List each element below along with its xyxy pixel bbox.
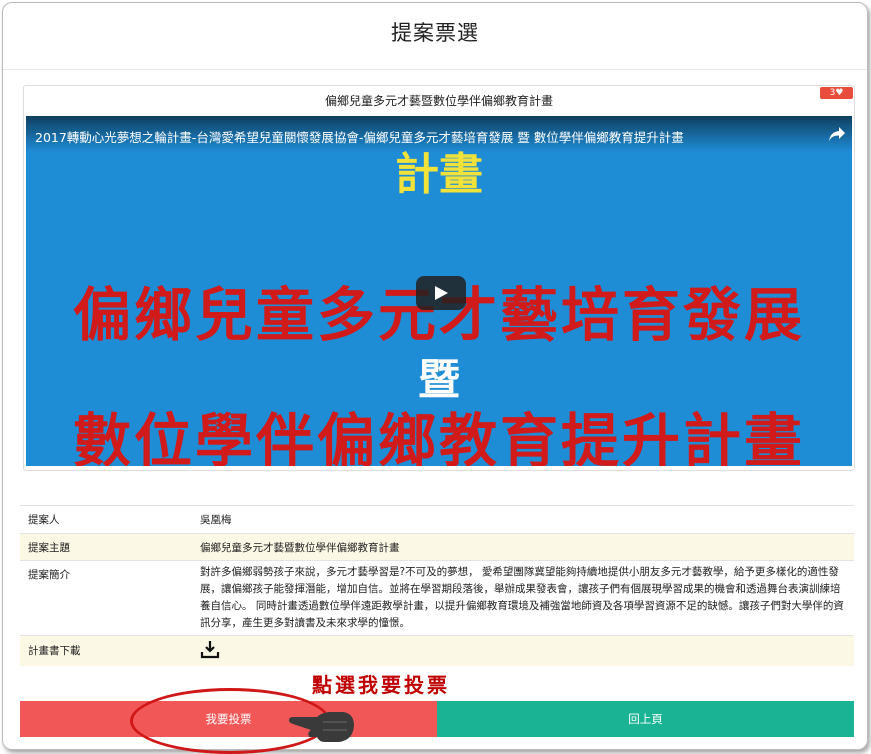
summary-value: 對許多偏鄉弱勢孩子來說，多元才藝學習是?不可及的夢想， 愛希望團隊冀望能夠持續地… (192, 560, 854, 636)
vote-count-badge: 3♥ (820, 87, 853, 99)
video-title[interactable]: 2017轉動心光夢想之輪計畫-台灣愛希望兒童關懷發展協會-偏鄉兒童多元才藝培育發… (35, 127, 684, 146)
table-row: 提案簡介 對許多偏鄉弱勢孩子來說，多元才藝學習是?不可及的夢想， 愛希望團隊冀望… (20, 560, 854, 636)
topic-value: 偏鄉兒童多元才藝暨數位學伴偏鄉教育計畫 (192, 533, 854, 561)
share-icon[interactable] (828, 126, 846, 142)
summary-label: 提案簡介 (20, 560, 192, 636)
page-title: 提案票選 (391, 21, 479, 45)
page-header: 提案票選 (3, 3, 867, 70)
proposal-card: 偏鄉兒童多元才藝暨數位學伴偏鄉教育計畫 3♥ 計畫 偏鄉兒童多元才藝培育發展 暨… (23, 85, 855, 471)
proposer-label: 提案人 (20, 505, 192, 534)
table-row: 計畫書下載 (20, 635, 854, 666)
annotation-text: 點選我要投票 (312, 673, 450, 697)
video-poster-line: 數位學伴偏鄉教育提升計畫 (72, 407, 805, 466)
video-player[interactable]: 計畫 偏鄉兒童多元才藝培育發展 暨 數位學伴偏鄉教育提升計畫 2017轉動心光夢… (26, 116, 852, 466)
play-icon (435, 286, 448, 300)
topic-label: 提案主題 (20, 533, 192, 561)
play-button[interactable] (416, 276, 466, 310)
download-label: 計畫書下載 (20, 635, 192, 666)
download-icon[interactable] (200, 639, 220, 659)
table-row: 提案主題 偏鄉兒童多元才藝暨數位學伴偏鄉教育計畫 (20, 533, 854, 561)
download-cell (192, 635, 854, 666)
proposal-details-table: 提案人 吳凰梅 提案主題 偏鄉兒童多元才藝暨數位學伴偏鄉教育計畫 提案簡介 對許… (20, 505, 854, 666)
back-button[interactable]: 回上頁 (437, 701, 854, 737)
table-row: 提案人 吳凰梅 (20, 505, 854, 534)
pointing-hand-icon (289, 712, 354, 742)
proposer-value: 吳凰梅 (192, 505, 854, 534)
proposal-card-title: 偏鄉兒童多元才藝暨數位學伴偏鄉教育計畫 (324, 94, 553, 108)
